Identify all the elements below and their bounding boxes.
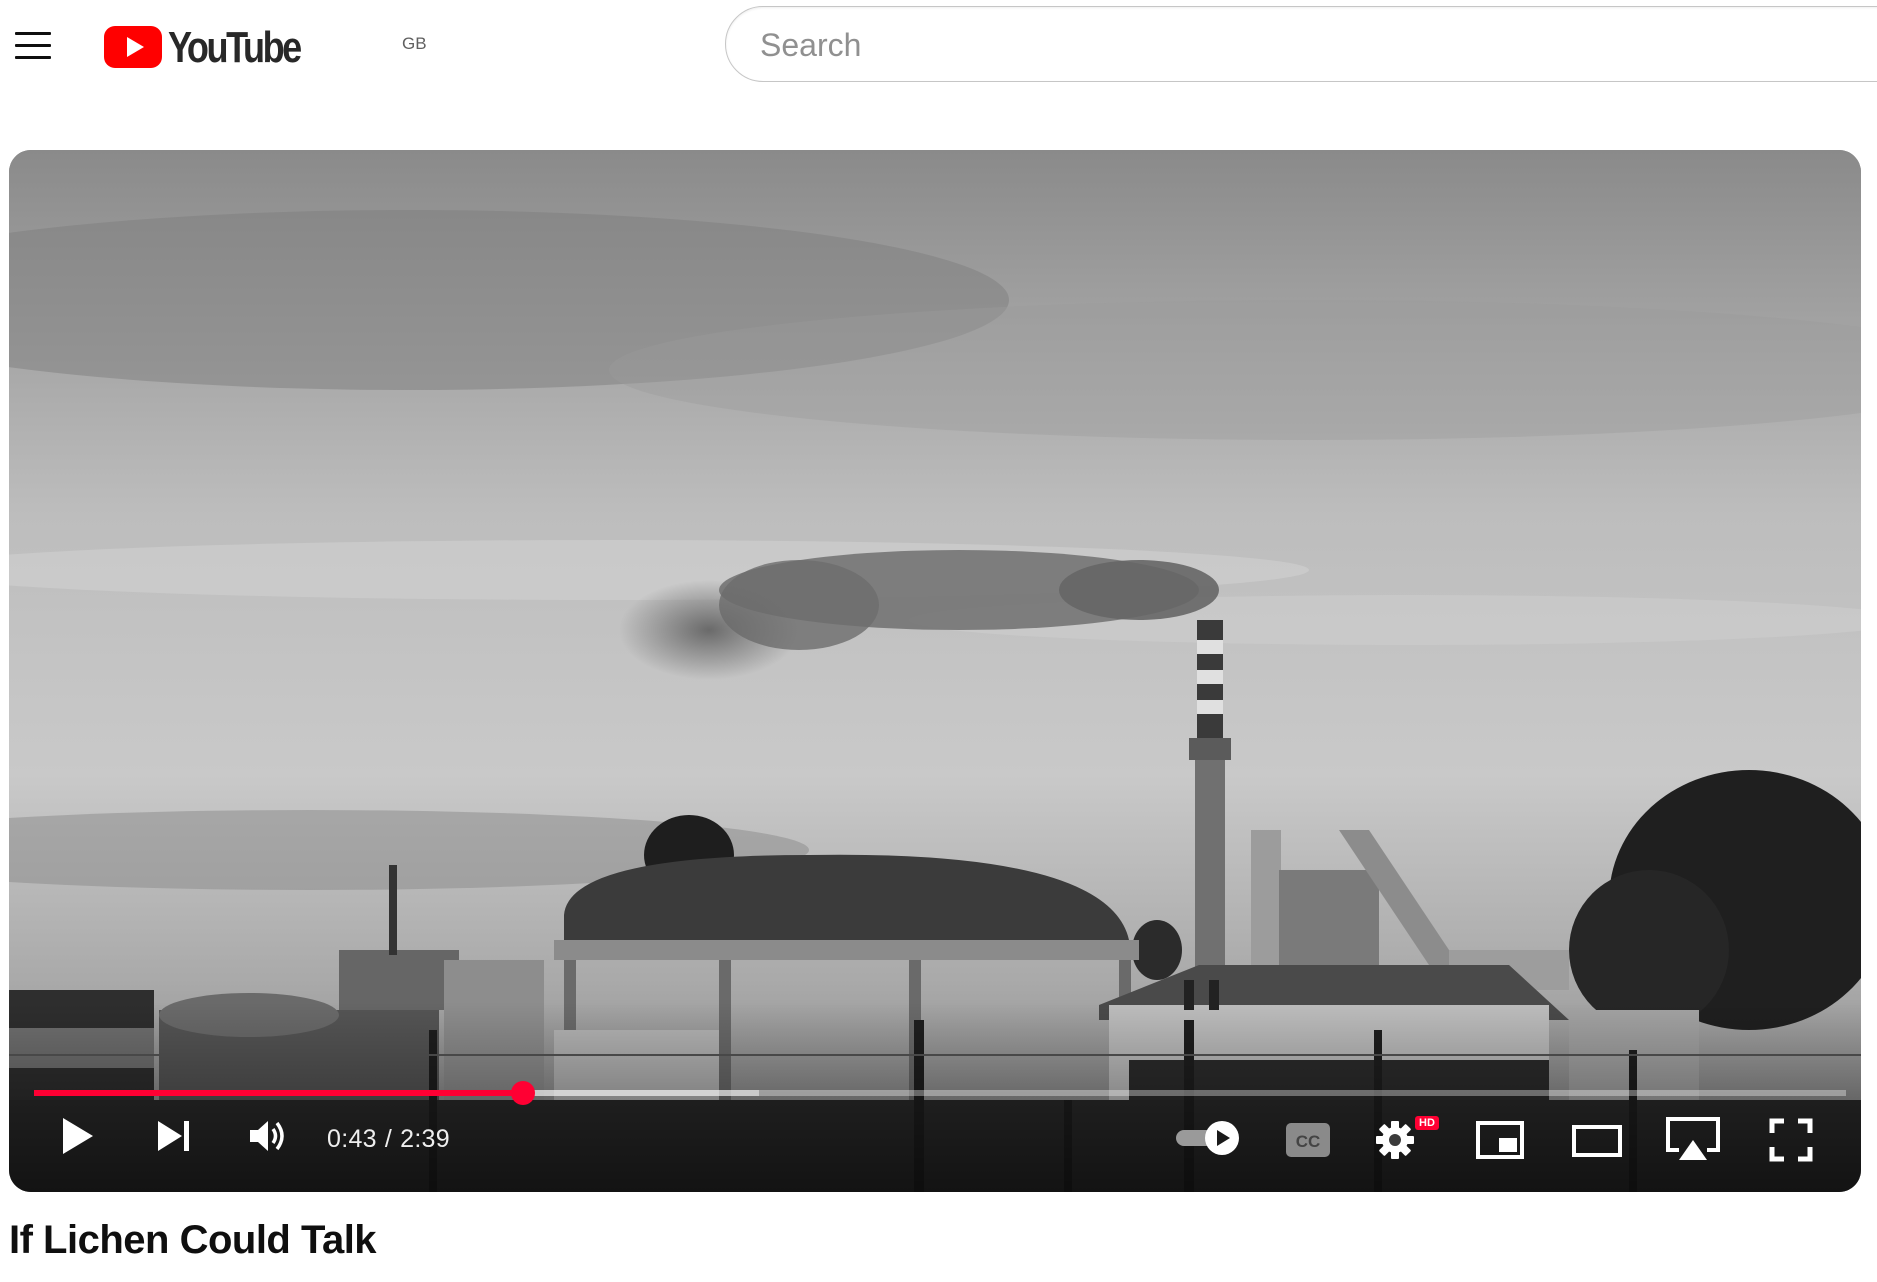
- fullscreen-button[interactable]: [1769, 1118, 1813, 1162]
- fullscreen-icon: [1769, 1118, 1813, 1162]
- progress-bar[interactable]: [34, 1081, 1846, 1105]
- country-code: GB: [402, 34, 427, 53]
- settings-icon: [1376, 1121, 1414, 1159]
- masthead: YouTube GB: [0, 0, 1877, 100]
- search-input[interactable]: [758, 21, 1662, 69]
- autoplay-toggle-icon: [1176, 1121, 1239, 1155]
- current-time: 0:43: [327, 1125, 377, 1153]
- time-display: 0:43/2:39: [327, 1125, 450, 1154]
- next-button[interactable]: [154, 1116, 194, 1156]
- theater-mode-icon: [1572, 1125, 1622, 1157]
- theater-mode-button[interactable]: [1571, 1124, 1623, 1158]
- logo-wordmark: YouTube: [168, 23, 302, 72]
- youtube-play-icon: [104, 26, 162, 68]
- play-icon: [63, 1118, 93, 1154]
- video-title: If Lichen Could Talk: [9, 1218, 377, 1262]
- settings-button[interactable]: HD: [1373, 1116, 1439, 1162]
- search-box[interactable]: [725, 6, 1877, 82]
- youtube-logo[interactable]: YouTube GB: [104, 20, 427, 76]
- play-button[interactable]: [59, 1114, 95, 1158]
- next-icon: [158, 1121, 189, 1151]
- svg-text:CC: CC: [1296, 1132, 1321, 1151]
- miniplayer-icon: [1476, 1121, 1524, 1159]
- miniplayer-button[interactable]: [1475, 1120, 1525, 1160]
- volume-icon: [250, 1121, 284, 1151]
- duration: 2:39: [400, 1125, 450, 1153]
- video-player[interactable]: 0:43/2:39 CC HD: [9, 150, 1861, 1192]
- cast-button[interactable]: [1665, 1116, 1721, 1162]
- volume-button[interactable]: [247, 1116, 291, 1156]
- captions-icon: CC: [1286, 1123, 1330, 1157]
- cast-icon: [1666, 1117, 1720, 1160]
- captions-button[interactable]: CC: [1285, 1122, 1331, 1158]
- time-separator: /: [384, 1125, 393, 1153]
- progress-played: [34, 1090, 524, 1096]
- menu-button[interactable]: [10, 26, 56, 66]
- hd-badge: HD: [1415, 1116, 1439, 1130]
- controls-gradient: [9, 1002, 1861, 1192]
- autoplay-toggle[interactable]: [1174, 1120, 1244, 1156]
